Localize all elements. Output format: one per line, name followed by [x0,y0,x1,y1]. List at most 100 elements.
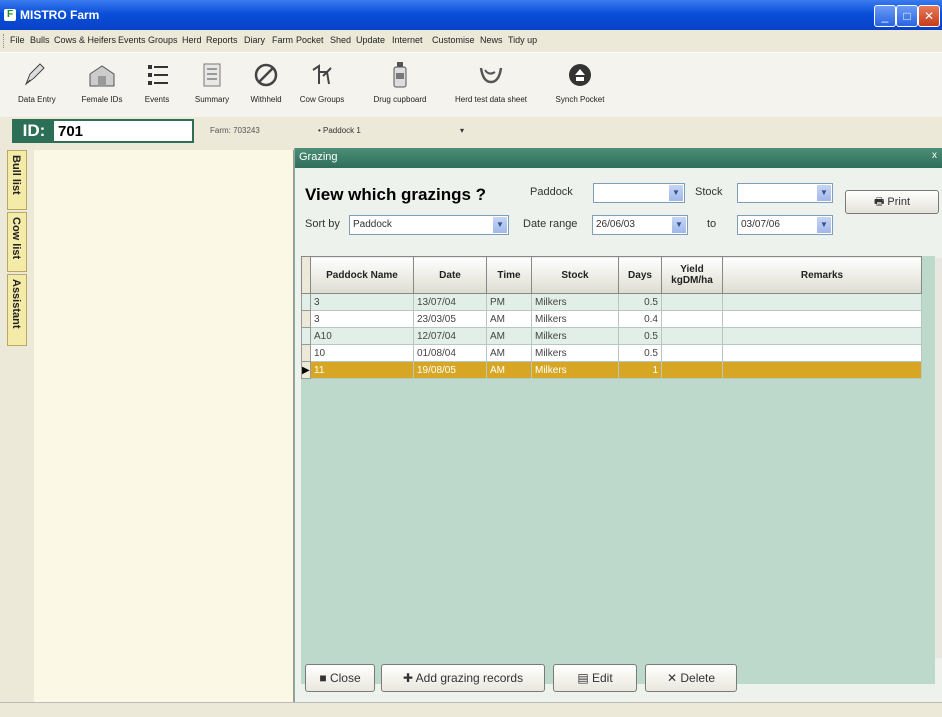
table-row-selected[interactable]: ▶ 11 19/08/05 AM Milkers 1 [301,361,922,379]
left-pane [34,150,294,702]
col-header-yield[interactable]: Yield kgDM/ha [661,256,723,294]
minimize-button[interactable]: _ [874,5,896,27]
row-header[interactable] [301,310,311,328]
menu-tidy-up[interactable]: Tidy up [508,35,537,45]
document-icon [196,59,228,91]
drug-cupboard-button[interactable]: Drug cupboard [372,56,428,116]
cow-groups-icon [306,59,338,91]
date-from-combo[interactable]: 26/06/03 ▼ [592,215,688,235]
paddock-combo[interactable]: ▼ [593,183,685,203]
add-icon: ✚ [402,671,413,685]
menu-news[interactable]: News [480,35,503,45]
menu-diary[interactable]: Diary [244,35,265,45]
paddock-label: Paddock [530,186,573,198]
female-ids-button[interactable]: Female IDs [80,56,124,116]
sync-icon [564,59,596,91]
table-row[interactable]: A10 12/07/04 AM Milkers 0.5 [301,327,922,345]
chevron-down-icon: ▼ [817,217,831,233]
row-header[interactable] [301,293,311,311]
button-bar: ■ Close ✚ Add grazing records ▤ Edit ✕ D… [301,664,941,698]
menu-shed[interactable]: Shed [330,35,351,45]
close-icon: ■ [319,671,327,685]
chevron-down-icon: ▼ [493,217,507,233]
menu-reports[interactable]: Reports [206,35,238,45]
sort-by-combo[interactable]: Paddock ▼ [349,215,509,235]
delete-button[interactable]: ✕ Delete [645,664,737,692]
panel-close-icon[interactable]: x [932,150,937,161]
menu-grip [3,34,7,48]
withheld-button[interactable]: Withheld [246,56,286,116]
query-heading: View which grazings ? [305,185,487,204]
table-row[interactable]: 3 23/03/05 AM Milkers 0.4 [301,310,922,328]
events-button[interactable]: Events [142,56,172,116]
paddock-selector[interactable]: • Paddock 1 [318,126,361,135]
herd-test-data-sheet-button[interactable]: Herd test data sheet [454,56,528,116]
date-range-label: Date range [523,218,578,230]
list-icon [142,59,174,91]
tab-bull-list[interactable]: Bull list [7,150,27,210]
window-title: MISTRO Farm [20,8,100,22]
barn-icon [86,59,118,91]
row-header[interactable] [301,327,311,345]
stock-combo[interactable]: ▼ [737,183,833,203]
panel-header: Grazing x [295,148,942,168]
id-label: ID: [14,121,54,141]
tab-cow-list[interactable]: Cow list [7,212,27,272]
paddock-dropdown-arrow[interactable]: ▾ [460,126,464,135]
id-field[interactable]: ID: 701 [12,119,194,143]
close-button[interactable]: ■ Close [305,664,375,692]
close-window-button[interactable]: ✕ [918,5,940,27]
prohibited-icon [250,59,282,91]
farm-label: Farm: 703243 [210,126,260,135]
id-value: 701 [58,123,84,140]
app-icon: F [4,9,16,21]
menu-farm[interactable]: Farm [272,35,293,45]
panel-title: Grazing [299,151,338,163]
col-header-paddock[interactable]: Paddock Name [310,256,414,294]
menu-cows-heifers[interactable]: Cows & Heifers [54,35,116,45]
col-header-days[interactable]: Days [618,256,662,294]
pencil-icon [19,59,51,91]
tab-assistant[interactable]: Assistant [7,274,27,346]
chevron-down-icon: ▼ [672,217,686,233]
menu-herd[interactable]: Herd [182,35,202,45]
menu-bar: File Bulls Cows & Heifers Events Groups … [0,30,942,52]
table-row[interactable]: 3 13/07/04 PM Milkers 0.5 [301,293,922,311]
row-header[interactable] [301,344,311,362]
title-bar: F MISTRO Farm _ □ ✕ [0,0,942,30]
cow-groups-button[interactable]: Cow Groups [298,56,346,116]
edit-button[interactable]: ▤ Edit [553,664,637,692]
synch-pocket-button[interactable]: Synch Pocket [554,56,606,116]
chevron-down-icon: ▼ [817,185,831,201]
date-to-combo[interactable]: 03/07/06 ▼ [737,215,833,235]
toolbar: Data Entry Female IDs Events Summary Wit… [0,52,942,118]
grazing-panel: Grazing x View which grazings ? Paddock … [294,148,942,702]
grazing-grid: Paddock Name Date Time Stock Days Yield … [301,256,935,684]
horn-icon [475,59,507,91]
print-button[interactable]: 🖶 Print [845,190,939,214]
menu-internet[interactable]: Internet [392,35,423,45]
col-header-time[interactable]: Time [486,256,532,294]
col-header-date[interactable]: Date [413,256,487,294]
data-entry-button[interactable]: Data Entry [18,56,56,116]
maximize-button[interactable]: □ [896,5,918,27]
col-header-stock[interactable]: Stock [531,256,619,294]
menu-bulls[interactable]: Bulls [30,35,50,45]
edit-icon: ▤ [577,671,589,685]
table-row[interactable]: 10 01/08/04 AM Milkers 0.5 [301,344,922,362]
menu-update[interactable]: Update [356,35,385,45]
col-header-remarks[interactable]: Remarks [722,256,922,294]
status-bar [0,702,942,717]
add-grazing-records-button[interactable]: ✚ Add grazing records [381,664,545,692]
menu-groups[interactable]: Groups [148,35,178,45]
menu-customise[interactable]: Customise [432,35,475,45]
menu-events[interactable]: Events [118,35,146,45]
vertical-scrollbar[interactable] [935,258,942,658]
current-row-arrow-icon[interactable]: ▶ [301,361,311,379]
delete-icon: ✕ [666,671,678,685]
menu-file[interactable]: File [10,35,25,45]
sort-by-label: Sort by [305,218,340,230]
summary-button[interactable]: Summary [192,56,232,116]
menu-pocket[interactable]: Pocket [296,35,324,45]
row-header-corner [301,256,311,294]
